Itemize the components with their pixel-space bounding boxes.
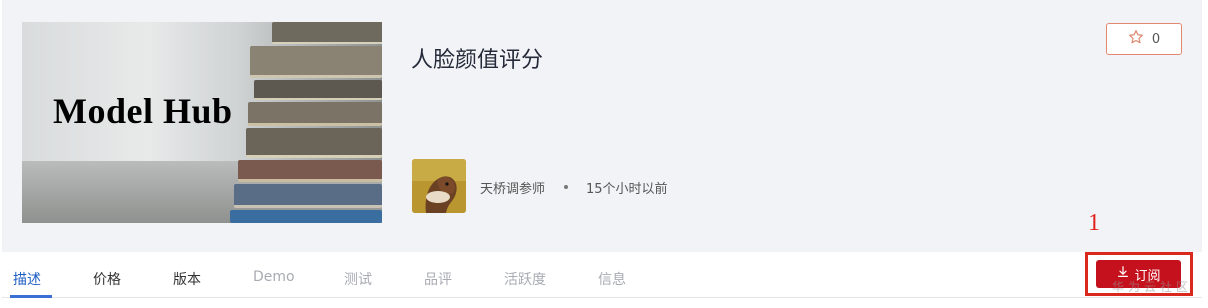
cover-book [248,102,382,126]
cover-book [250,46,382,78]
cover-book [230,210,382,223]
author-avatar[interactable] [412,159,466,213]
cover-book [238,160,382,182]
watermark: 华为云社区 [1112,280,1193,294]
cover-title: Model Hub [53,91,233,131]
tab-demo[interactable]: Demo [253,269,295,285]
annotation-number: 1 [1088,210,1100,236]
tab-price[interactable]: 价格 [93,269,121,289]
cover-book [234,184,382,208]
tab-description[interactable]: 描述 [13,269,41,289]
star-icon [1128,29,1144,49]
tab-bar: 描述 价格 版本 Demo 测试 品评 活跃度 信息 [2,252,1202,298]
author-name[interactable]: 天桥调参师 [480,178,545,197]
active-tab-indicator [10,295,52,298]
tab-test[interactable]: 测试 [344,269,372,289]
favorite-button[interactable]: 0 [1106,23,1182,55]
tab-review[interactable]: 品评 [424,269,452,289]
tab-version[interactable]: 版本 [173,269,201,289]
tab-info[interactable]: 信息 [598,269,626,289]
model-title: 人脸颜值评分 [411,48,544,73]
updated-time: 15个小时以前 [586,182,668,197]
cover-book [246,128,382,158]
tab-activity[interactable]: 活跃度 [504,269,546,289]
cover-book [272,22,382,44]
model-cover-image: Model Hub [22,22,382,223]
separator-dot [564,185,568,189]
favorite-count: 0 [1151,31,1161,47]
cover-book [254,80,382,100]
